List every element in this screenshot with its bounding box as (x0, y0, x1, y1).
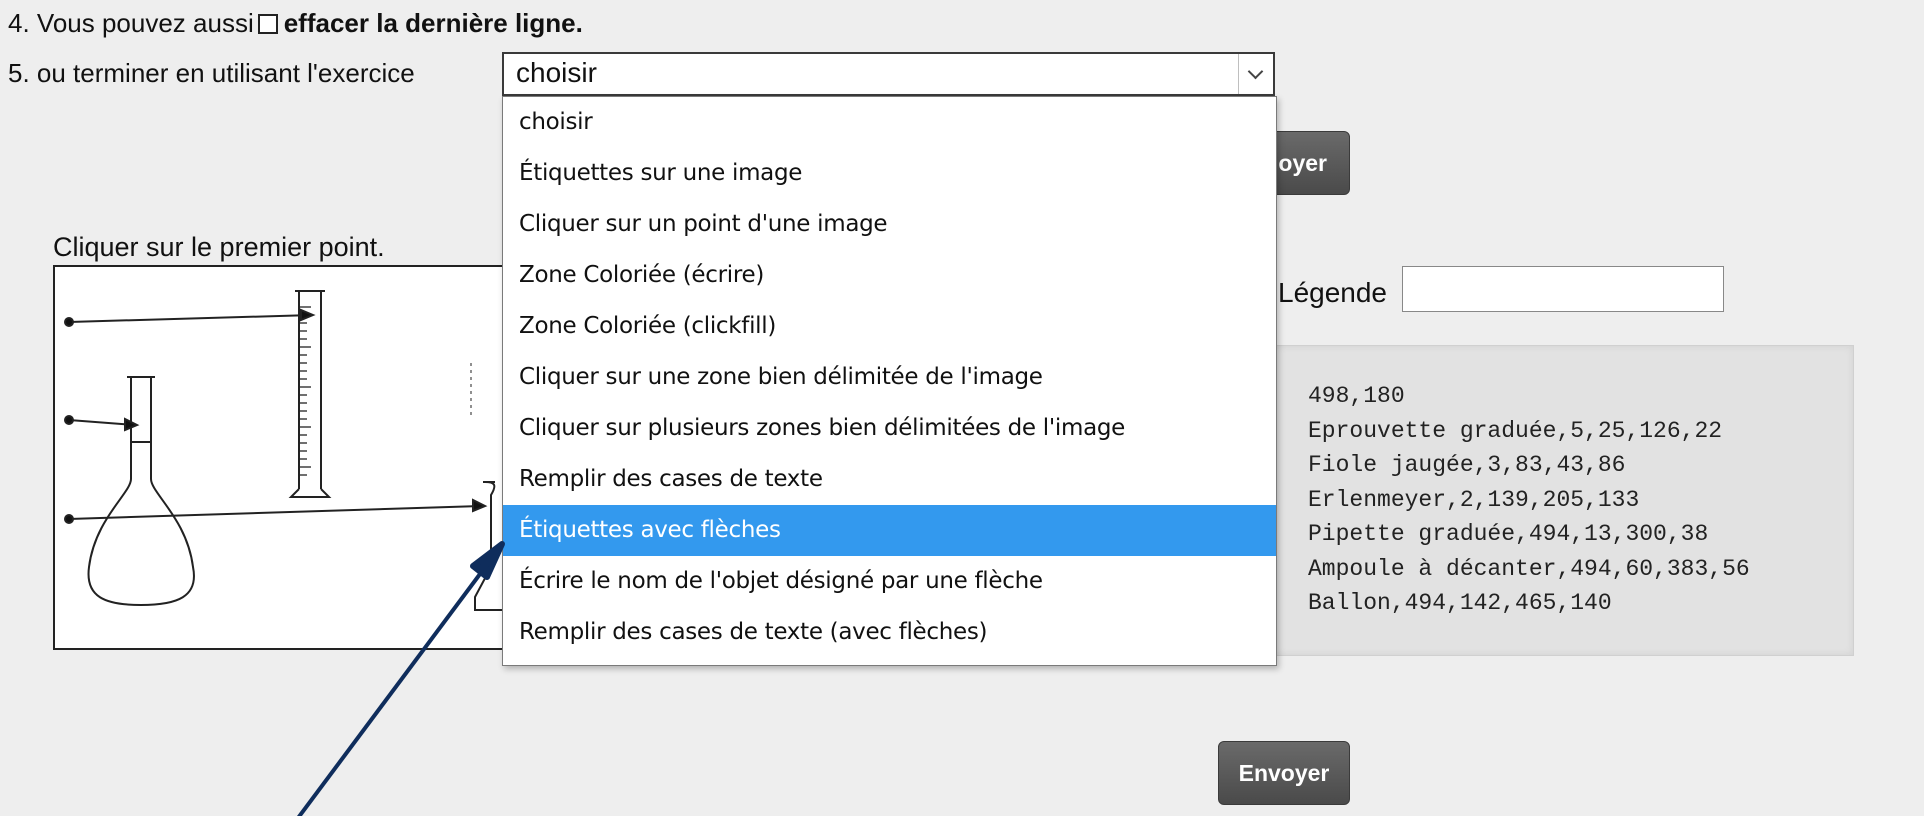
send-button-top-label: oyer (1278, 150, 1327, 176)
step-5-text: 5. ou terminer en utilisant l'exercice (8, 58, 415, 88)
cropped-link-line (95, 0, 715, 2)
code-line: Erlenmeyer,2,139,205,133 (1308, 486, 1640, 513)
step-4-bold-text: effacer la dernière ligne. (283, 8, 583, 38)
exercise-select-value: choisir (516, 57, 597, 88)
instruction-text: Cliquer sur le premier point. (53, 232, 385, 262)
code-line: Pipette graduée,494,13,300,38 (1308, 521, 1709, 547)
legend-input[interactable] (1402, 266, 1724, 312)
send-button[interactable]: Envoyer (1218, 741, 1350, 805)
dropdown-option[interactable]: Zone Coloriée (clickfill) (503, 301, 1276, 352)
dropdown-option[interactable]: Cliquer sur une zone bien délimitée de l… (503, 352, 1276, 403)
exercise-select[interactable]: choisir (502, 52, 1275, 96)
step-4-line: 4. Vous pouvez aussi effacer la dernière … (8, 6, 583, 40)
code-line: Ampoule à décanter,494,60,383,56 (1308, 555, 1750, 582)
glassware-drawing (64, 290, 525, 611)
dropdown-option[interactable]: Étiquettes sur une image (503, 148, 1276, 199)
lab-glassware-image[interactable] (53, 265, 555, 650)
dropdown-option[interactable]: choisir (503, 97, 1276, 148)
dropdown-option[interactable]: Remplir des cases de texte (avec flèches… (503, 607, 1276, 658)
exercise-dropdown-list[interactable]: choisir Étiquettes sur une image Cliquer… (502, 96, 1277, 666)
dropdown-option[interactable]: Cliquer sur plusieurs zones bien délimit… (503, 403, 1276, 454)
dropdown-option[interactable]: Zone Coloriée (écrire) (503, 250, 1276, 301)
code-line: Fiole jaugée,3,83,43,86 (1308, 452, 1626, 478)
dropdown-option[interactable]: Remplir des cases de texte (503, 454, 1276, 505)
dropdown-option[interactable]: Cliquer sur un point d'une image (503, 199, 1276, 250)
legend-label: Légende (1278, 277, 1388, 308)
code-line: Eprouvette graduée,5,25,126,22 (1308, 417, 1723, 444)
dropdown-option[interactable]: Écrire le nom de l'objet désigné par une… (503, 556, 1276, 607)
coordinates-output: 498,180 Eprouvette graduée,5,25,126,22 F… (1270, 345, 1854, 656)
step-4-text: 4. Vous pouvez aussi (8, 8, 254, 38)
dropdown-option-highlighted[interactable]: Étiquettes avec flèches (503, 505, 1276, 556)
code-line: Ballon,494,142,465,140 (1308, 590, 1612, 616)
code-line: 498,180 (1308, 383, 1405, 409)
chevron-down-icon[interactable] (1238, 54, 1273, 94)
clear-last-line-checkbox[interactable] (257, 14, 278, 34)
